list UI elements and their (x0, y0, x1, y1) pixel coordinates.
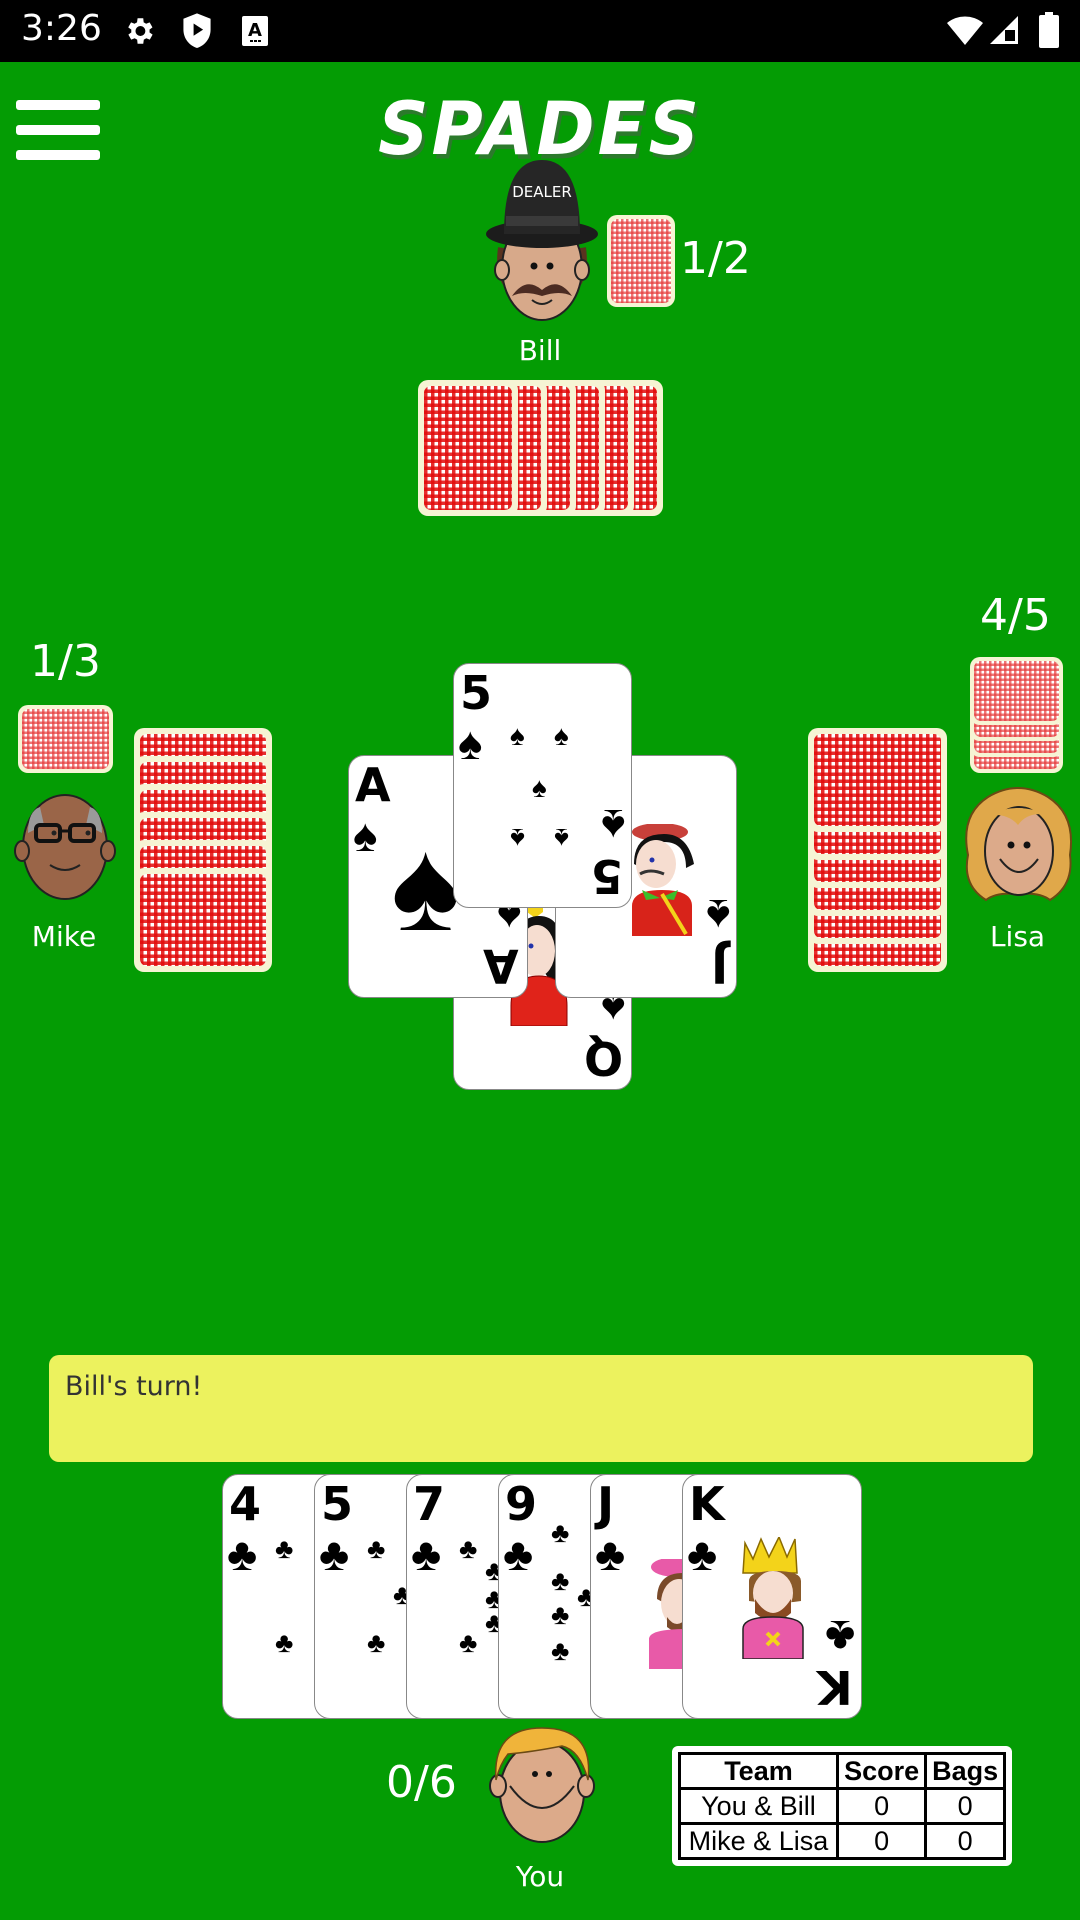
club-suit-icon: ♣ (595, 1528, 626, 1580)
accessibility-a-icon: A (242, 16, 268, 46)
club-suit-icon: ♣ (687, 1528, 718, 1580)
club-pip: ♣ (551, 1599, 570, 1630)
bill-tricks-count: 1/2 (680, 233, 751, 284)
trick-card-north: 5 ♠ ♠ ♠ ♠ ♠ ♠ 5 ♠ (453, 663, 632, 908)
bill-avatar: DEALER (486, 160, 598, 321)
spade-pip: ♠ (554, 823, 569, 854)
scoreboard: Team Score Bags You & Bill 0 0 Mike & Li… (672, 1746, 1012, 1866)
lisa-tricks-count: 4/5 (980, 590, 1051, 641)
club-pip: ♣ (551, 1635, 570, 1666)
score-row: You & Bill 0 0 (678, 1787, 1006, 1825)
spade-suit-icon: ♠ (353, 809, 378, 861)
club-suit-icon: ♣ (503, 1528, 534, 1580)
score-header: Score (835, 1752, 928, 1790)
play-shield-icon (183, 13, 211, 48)
club-pip: ♣ (551, 1565, 570, 1596)
spade-suit-icon: ♠ (600, 800, 625, 852)
lisa-name-label: Lisa (989, 920, 1046, 953)
card-rank: 7 (413, 1477, 446, 1531)
club-pip: ♣ (551, 1517, 570, 1548)
spade-suit-icon: ♠ (705, 890, 730, 942)
mike-tricks-count: 1/3 (30, 636, 101, 687)
score-header-row: Team Score Bags (678, 1752, 1006, 1790)
mike-hand (134, 728, 272, 972)
club-pip: ♣ (275, 1533, 294, 1564)
club-suit-icon: ♣ (824, 1611, 855, 1663)
card-rank: A (483, 939, 519, 993)
you-name-label: You (515, 1860, 565, 1893)
card-rank: K (817, 1660, 853, 1714)
card-rank: K (689, 1477, 725, 1531)
card-rank: 5 (460, 666, 493, 720)
club-pip: ♣ (367, 1627, 386, 1658)
svg-text:A: A (248, 20, 262, 41)
ace-center-spade-icon: ♠ (391, 812, 461, 958)
menu-button[interactable] (16, 100, 100, 162)
mike-card-back (134, 868, 272, 972)
club-suit-icon: ♣ (319, 1528, 350, 1580)
bill-hand (418, 380, 664, 516)
lisa-card-back (808, 728, 947, 832)
spade-pip: ♠ (510, 823, 525, 854)
card-rank: 4 (229, 1477, 262, 1531)
hamburger-bar (16, 150, 100, 160)
club-pip: ♣ (459, 1627, 478, 1658)
team-bags: 0 (924, 1822, 1006, 1860)
spade-pip: ♠ (532, 772, 547, 803)
battery-icon (1039, 12, 1059, 48)
bill-tricks-won-pile (607, 215, 675, 307)
status-message: Bill's turn! (49, 1355, 1033, 1462)
card-rank: 5 (590, 849, 623, 903)
bill-card-back (418, 380, 518, 516)
bill-name-label: Bill (518, 334, 562, 367)
score-header: Bags (924, 1752, 1006, 1790)
mike-avatar (14, 794, 116, 900)
lisa-tricks-won-pile (970, 657, 1063, 773)
score-table: Team Score Bags You & Bill 0 0 Mike & Li… (678, 1752, 1006, 1860)
card-rank: A (355, 758, 391, 812)
team-score: 0 (835, 1787, 928, 1825)
lisa-hand (808, 728, 947, 972)
you-avatar (489, 1727, 595, 1843)
club-suit-icon: ♣ (411, 1528, 442, 1580)
club-suit-icon: ♣ (227, 1528, 258, 1580)
team-name: You & Bill (678, 1787, 839, 1825)
gear-icon (128, 18, 153, 44)
cellular-signal-icon (990, 16, 1018, 44)
mike-tricks-won-pile (18, 705, 113, 773)
spade-pip: ♠ (510, 720, 525, 751)
card-rank: J (597, 1477, 615, 1531)
club-pip: ♣ (275, 1627, 294, 1658)
card-rank: Q (583, 1031, 623, 1085)
team-score: 0 (835, 1822, 928, 1860)
spade-suit-icon: ♠ (458, 717, 483, 769)
wifi-icon (947, 16, 983, 45)
status-time: 3:26 (21, 8, 102, 49)
card-rank: 5 (321, 1477, 354, 1531)
hamburger-bar (16, 125, 100, 135)
king-figure-icon (742, 1537, 804, 1659)
score-row: Mike & Lisa 0 0 (678, 1822, 1006, 1860)
team-name: Mike & Lisa (678, 1822, 839, 1860)
team-bags: 0 (924, 1787, 1006, 1825)
club-pip: ♣ (459, 1533, 478, 1564)
jack-figure-icon (632, 824, 694, 936)
status-bar: 3:26 A (0, 0, 1080, 62)
club-pip: ♣ (367, 1533, 386, 1564)
mike-name-label: Mike (31, 920, 97, 953)
dealer-label: DEALER (512, 183, 572, 201)
lisa-trick-card (970, 657, 1063, 725)
card-rank: J (710, 939, 728, 993)
you-tricks-count: 0/6 (386, 1757, 457, 1808)
lisa-avatar (965, 787, 1072, 902)
hamburger-menu-icon (16, 100, 100, 110)
score-header: Team (678, 1752, 839, 1790)
hand-card[interactable]: K ♣ ♣ K (682, 1474, 862, 1719)
jack-figure-icon (649, 1559, 687, 1669)
card-rank: 9 (505, 1477, 538, 1531)
spade-pip: ♠ (554, 720, 569, 751)
player-hand: 4 ♣ ♣ ♣ 5 ♣ ♣ ♣ ♣ 7 ♣ ♣ ♣ ♣ ♣ ♣ 9 ♣ ♣ ♣ … (222, 1474, 862, 1719)
